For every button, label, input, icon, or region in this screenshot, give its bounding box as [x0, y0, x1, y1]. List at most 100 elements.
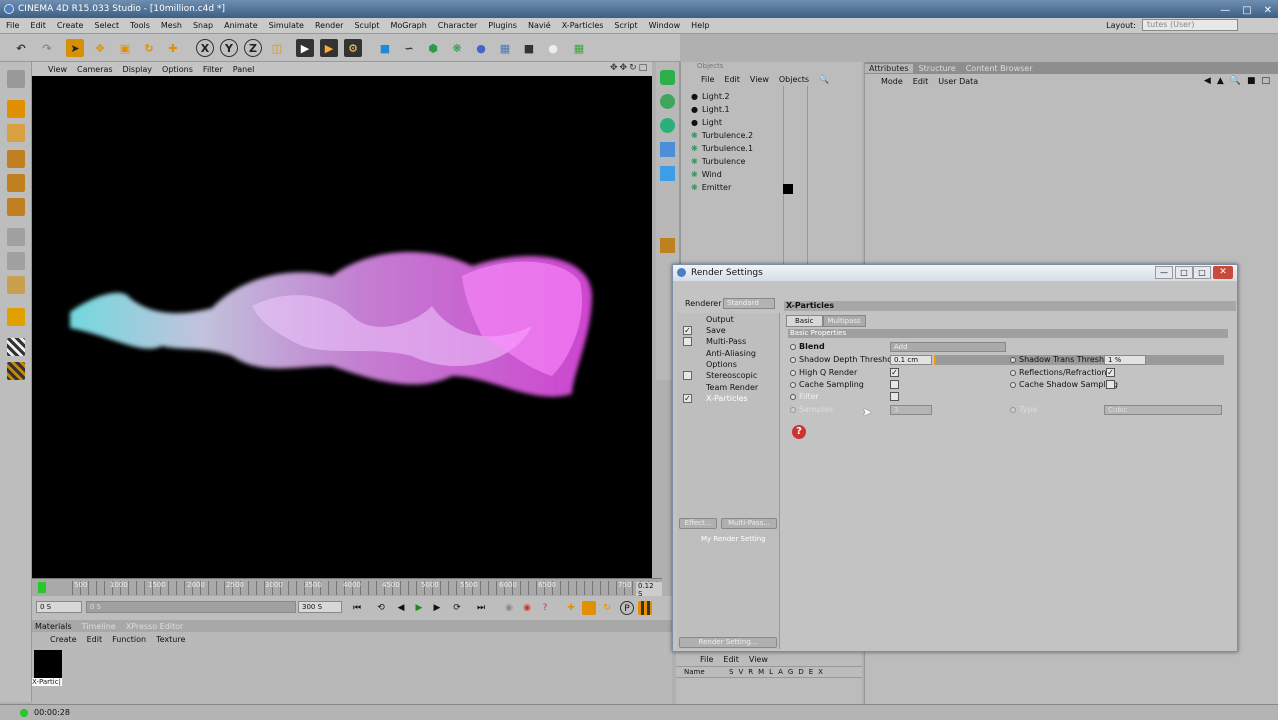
- list-item[interactable]: ❋ Emitter: [691, 181, 731, 194]
- x-axis-icon[interactable]: X: [196, 39, 214, 57]
- z-axis-icon[interactable]: Z: [244, 39, 262, 57]
- viewport-menu-cameras[interactable]: Cameras: [77, 65, 113, 74]
- polygons-mode-icon[interactable]: [7, 198, 25, 216]
- key-position-icon[interactable]: ✚: [564, 601, 578, 615]
- attributes-menu-mode[interactable]: Mode: [881, 77, 903, 86]
- tab-content-browser[interactable]: Content Browser: [962, 64, 1037, 73]
- scale-tool-icon[interactable]: ▣: [116, 39, 134, 57]
- dialog-maximize-icon[interactable]: □: [1193, 266, 1211, 279]
- deformer-icon[interactable]: ●: [472, 39, 490, 57]
- workplane-icon[interactable]: [7, 308, 25, 326]
- floor-icon[interactable]: ▦: [496, 39, 514, 57]
- rs-item-save[interactable]: Save: [706, 326, 726, 335]
- go-to-start-icon[interactable]: ⏮: [350, 601, 364, 615]
- deformer-strip-icon[interactable]: [660, 142, 675, 157]
- selection-tool-icon[interactable]: ➤: [66, 39, 84, 57]
- undo-icon[interactable]: ↶: [12, 39, 30, 57]
- attributes-menu-edit[interactable]: Edit: [913, 77, 929, 86]
- lock-workplane-icon[interactable]: [7, 362, 25, 380]
- new-panel-icon[interactable]: □: [1261, 76, 1270, 86]
- menu-window[interactable]: Window: [649, 21, 681, 30]
- tweak-mode-icon[interactable]: [7, 252, 25, 270]
- objects-tab[interactable]: Objects: [681, 62, 862, 72]
- scene-icon[interactable]: [660, 166, 675, 181]
- layout-dropdown[interactable]: tutes (User): [1142, 19, 1238, 31]
- list-item[interactable]: ❋ Turbulence: [691, 155, 745, 168]
- viewport-nav-icons[interactable]: ✥✥↻□: [610, 63, 649, 73]
- play-icon[interactable]: ▶: [412, 601, 426, 615]
- playhead-marker[interactable]: [38, 582, 46, 593]
- menu-mesh[interactable]: Mesh: [161, 21, 182, 30]
- subtab-multipass[interactable]: Multipass: [822, 315, 866, 327]
- tab-xpresso-editor[interactable]: XPresso Editor: [126, 622, 184, 631]
- edges-mode-icon[interactable]: [7, 174, 25, 192]
- help-icon[interactable]: ?: [792, 425, 806, 439]
- preview-range-slider[interactable]: 0 S: [86, 601, 296, 613]
- dialog-minimize-icon[interactable]: —: [1155, 266, 1173, 279]
- objects-menu-file[interactable]: File: [701, 75, 714, 84]
- dialog-restore-icon[interactable]: □: [1175, 266, 1193, 279]
- rs-xparticles-checkbox[interactable]: ✓: [683, 394, 692, 403]
- spline-pen-icon[interactable]: ∽: [400, 39, 418, 57]
- snap-icon[interactable]: [7, 276, 25, 294]
- lock-icon[interactable]: ■: [1247, 76, 1256, 86]
- cube-primitive-icon[interactable]: ■: [376, 39, 394, 57]
- key-rotation-icon[interactable]: ↻: [600, 601, 614, 615]
- autokey-icon[interactable]: ◉: [520, 601, 534, 615]
- tab-materials[interactable]: Materials: [35, 622, 72, 631]
- rs-item-anti-aliasing[interactable]: Anti-Aliasing: [706, 349, 756, 358]
- tab-structure[interactable]: Structure: [915, 64, 960, 73]
- objects-menu-view[interactable]: View: [750, 75, 769, 84]
- coordinate-system-icon[interactable]: ◫: [268, 39, 286, 57]
- viewport-menu-filter[interactable]: Filter: [203, 65, 223, 74]
- generator-icon[interactable]: [660, 238, 675, 253]
- back-arrow-icon[interactable]: ◀: [1204, 76, 1211, 86]
- y-axis-icon[interactable]: Y: [220, 39, 238, 57]
- list-item[interactable]: ❋ Turbulence.2: [691, 129, 753, 142]
- viewport-menu-panel[interactable]: Panel: [233, 65, 255, 74]
- type-dropdown[interactable]: Cubic: [1104, 405, 1222, 415]
- rs-item-x-particles[interactable]: X-Particles: [706, 394, 748, 403]
- menu-simulate[interactable]: Simulate: [269, 21, 304, 30]
- edit-render-settings-icon[interactable]: ⚙: [344, 39, 362, 57]
- menu-character[interactable]: Character: [438, 21, 478, 30]
- rs-multipass-checkbox[interactable]: [683, 337, 692, 346]
- dialog-close-button[interactable]: ✕: [1213, 266, 1233, 279]
- menu-create[interactable]: Create: [57, 21, 84, 30]
- rs-item-team-render[interactable]: Team Render: [706, 383, 758, 392]
- menu-help[interactable]: Help: [691, 21, 709, 30]
- rs-item-output[interactable]: Output: [706, 315, 734, 324]
- make-editable-icon[interactable]: [7, 70, 25, 88]
- layers-menu-file[interactable]: File: [700, 655, 713, 664]
- reflections-checkbox[interactable]: ✓: [1106, 368, 1115, 377]
- materials-menu-create[interactable]: Create: [50, 635, 77, 644]
- solo-mode-icon[interactable]: [7, 338, 25, 356]
- up-arrow-icon[interactable]: ▲: [1217, 76, 1224, 86]
- menu-navie[interactable]: Navié: [528, 21, 551, 30]
- menu-edit[interactable]: Edit: [30, 21, 46, 30]
- rs-stereoscopic-checkbox[interactable]: [683, 371, 692, 380]
- render-setting-name[interactable]: My Render Setting: [701, 535, 766, 543]
- rs-item-options[interactable]: Options: [706, 360, 737, 369]
- blend-dropdown[interactable]: Add: [890, 342, 1006, 352]
- render-picture-viewer-icon[interactable]: ▶: [320, 39, 338, 57]
- menu-tools[interactable]: Tools: [130, 21, 150, 30]
- nurbs-icon[interactable]: [660, 118, 675, 133]
- axis-mode-icon[interactable]: [7, 228, 25, 246]
- object-manager-icon[interactable]: [660, 70, 675, 85]
- light-icon[interactable]: ●: [544, 39, 562, 57]
- menu-sculpt[interactable]: Sculpt: [354, 21, 379, 30]
- keyframe-selection-icon[interactable]: ?: [538, 601, 552, 615]
- objects-menu-objects[interactable]: Objects: [779, 75, 809, 84]
- render-settings-titlebar[interactable]: Render Settings — □ □ ✕: [673, 265, 1237, 281]
- key-pla-icon[interactable]: [638, 601, 652, 615]
- shadow-depth-field[interactable]: 0.1 cm: [890, 355, 932, 365]
- camera-icon[interactable]: ■: [520, 39, 538, 57]
- menu-animate[interactable]: Animate: [224, 21, 258, 30]
- model-mode-icon[interactable]: [7, 100, 25, 118]
- texture-mode-icon[interactable]: [7, 124, 25, 142]
- rs-save-checkbox[interactable]: ✓: [683, 326, 692, 335]
- list-item[interactable]: ● Light.2: [691, 90, 730, 103]
- attributes-menu-user-data[interactable]: User Data: [938, 77, 978, 86]
- prev-key-icon[interactable]: ⟲: [374, 601, 388, 615]
